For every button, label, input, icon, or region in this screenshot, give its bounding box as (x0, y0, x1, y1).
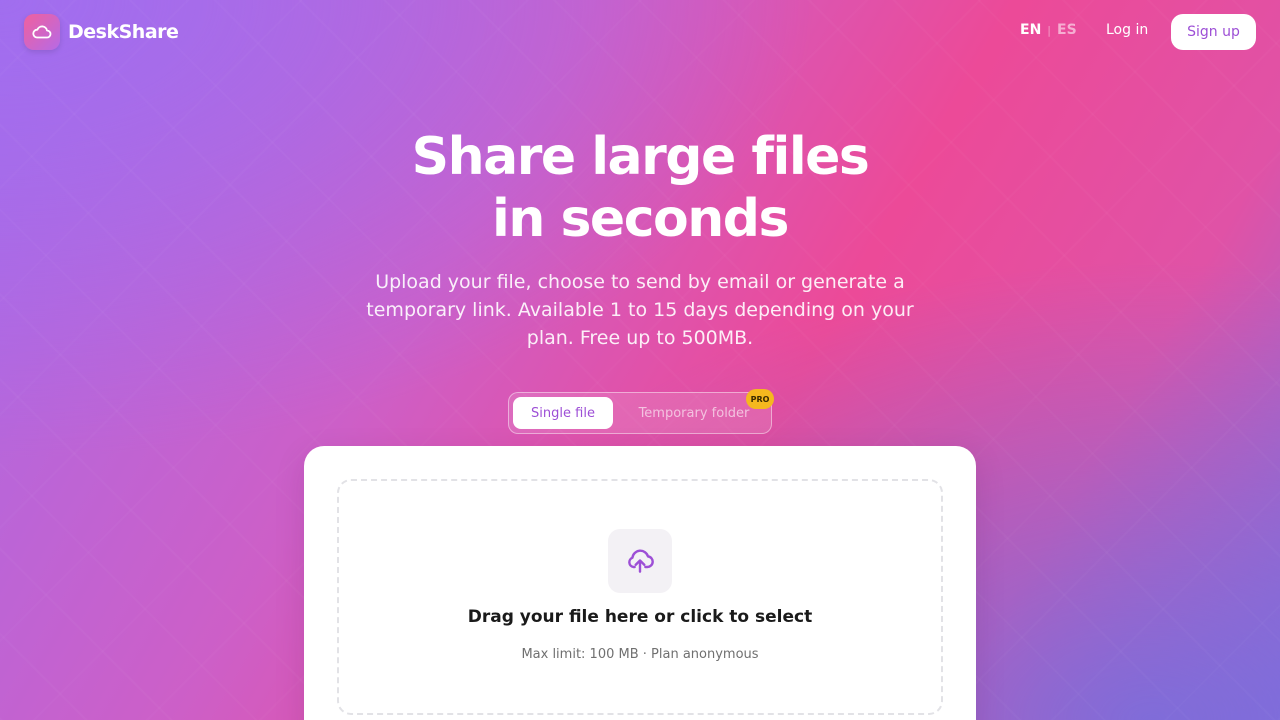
signup-button[interactable]: Sign up (1171, 14, 1256, 50)
hero-title: Share large files in seconds (0, 126, 1280, 250)
hero-title-line-1: Share large files (411, 127, 870, 187)
cloud-icon (24, 14, 60, 50)
upload-mode-tabs: Single file Temporary folder (508, 392, 772, 434)
upload-card: Drag your file here or click to select M… (304, 446, 976, 720)
brand-name: DeskShare (68, 21, 179, 43)
top-nav: DeskShare EN | ES Log in Sign up (0, 0, 1280, 64)
file-dropzone[interactable]: Drag your file here or click to select M… (337, 479, 943, 715)
lang-en-option[interactable]: EN (1020, 22, 1041, 38)
hero-subtitle: Upload your file, choose to send by emai… (366, 271, 914, 349)
hero-title-line-2: in seconds (492, 189, 789, 249)
lang-separator: | (1047, 23, 1051, 37)
cloud-upload-icon (608, 529, 672, 593)
tab-single-file[interactable]: Single file (513, 397, 613, 429)
pro-badge: PRO (746, 389, 774, 409)
brand-link[interactable]: DeskShare (24, 14, 179, 50)
login-link[interactable]: Log in (1106, 22, 1148, 38)
dropzone-limit-info: Max limit: 100 MB · Plan anonymous (521, 647, 759, 662)
lang-es-option[interactable]: ES (1057, 22, 1077, 38)
dropzone-title: Drag your file here or click to select (467, 607, 813, 627)
language-switcher: EN | ES (1020, 22, 1077, 38)
